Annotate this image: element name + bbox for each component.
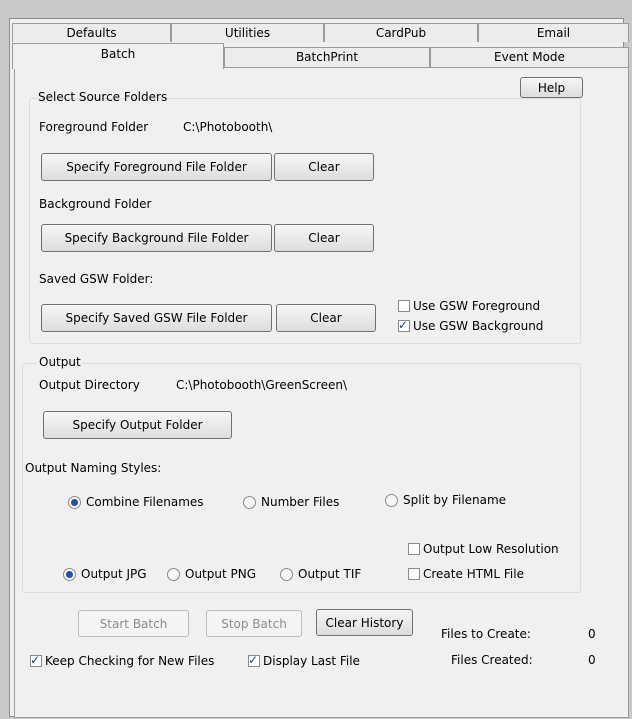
tab-label: Event Mode (494, 50, 565, 64)
files-to-create-value: 0 (588, 627, 596, 641)
checkbox-box: ✓ (248, 653, 260, 667)
output-directory-path: C:\Photobooth\GreenScreen\ (176, 378, 347, 392)
use-gsw-background-checkbox[interactable]: ✓ Use GSW Background (398, 318, 544, 333)
files-to-create-label: Files to Create: (441, 627, 531, 641)
checkbox-label: Create HTML File (423, 567, 524, 581)
tab-batchprint[interactable]: BatchPrint (224, 47, 430, 68)
create-html-file-checkbox[interactable]: Create HTML File (408, 567, 524, 581)
source-group-title: Select Source Folders (38, 90, 168, 104)
radio-circle (68, 495, 81, 509)
radio-label: Number Files (261, 495, 340, 509)
radio-circle (243, 495, 256, 509)
radio-dot (71, 498, 78, 506)
output-naming-label: Output Naming Styles: (25, 461, 162, 475)
checkbox-box: ✓ (398, 318, 410, 332)
foreground-folder-path: C:\Photobooth\ (183, 120, 273, 134)
radio-label: Output TIF (298, 567, 362, 581)
clear-saved-gsw-button[interactable]: Clear (276, 304, 376, 332)
tab-label: Batch (100, 47, 136, 61)
radio-label: Output JPG (81, 567, 147, 581)
tab-utilities[interactable]: Utilities (171, 23, 324, 42)
radio-circle (280, 567, 293, 581)
specify-background-button[interactable]: Specify Background File Folder (41, 224, 272, 252)
tab-label: Defaults (66, 26, 117, 40)
output-group (22, 363, 581, 593)
tab-label: BatchPrint (295, 50, 359, 64)
checkbox-box: ✓ (30, 653, 42, 667)
clear-history-button[interactable]: Clear History (316, 609, 413, 636)
tab-defaults[interactable]: Defaults (12, 23, 171, 42)
output-png-radio[interactable]: Output PNG (167, 567, 256, 581)
checkbox-label: Use GSW Foreground (413, 299, 541, 313)
checkmark-icon: ✓ (398, 318, 409, 332)
radio-label: Output PNG (185, 567, 257, 581)
radio-circle (385, 493, 398, 507)
radio-label: Combine Filenames (86, 495, 204, 509)
files-created-label: Files Created: (451, 653, 533, 667)
clear-foreground-button[interactable]: Clear (274, 153, 374, 181)
background-folder-label: Background Folder (39, 197, 152, 211)
output-jpg-radio[interactable]: Output JPG (63, 567, 147, 581)
checkbox-label: Keep Checking for New Files (45, 654, 215, 668)
tab-batch[interactable]: Batch (12, 43, 224, 69)
tab-label: CardPub (375, 26, 427, 40)
output-tif-radio[interactable]: Output TIF (280, 567, 361, 581)
tab-email[interactable]: Email (478, 23, 629, 42)
radio-label: Split by Filename (403, 493, 507, 507)
output-low-resolution-checkbox[interactable]: Output Low Resolution (408, 542, 559, 556)
stop-batch-button[interactable]: Stop Batch (206, 610, 302, 637)
checkbox-box (408, 543, 420, 555)
start-batch-button[interactable]: Start Batch (78, 610, 189, 637)
specify-foreground-button[interactable]: Specify Foreground File Folder (41, 153, 272, 181)
saved-gsw-folder-label: Saved GSW Folder: (39, 272, 154, 286)
foreground-folder-label: Foreground Folder (39, 120, 149, 134)
combine-filenames-radio[interactable]: Combine Filenames (68, 495, 204, 509)
radio-dot (66, 570, 73, 578)
checkbox-label: Use GSW Background (413, 319, 544, 333)
radio-circle (63, 567, 76, 581)
checkbox-label: Display Last File (263, 654, 360, 668)
tab-label: Utilities (224, 26, 271, 40)
split-by-filename-radio[interactable]: Split by Filename (385, 493, 506, 507)
radio-circle (167, 567, 180, 581)
specify-saved-gsw-button[interactable]: Specify Saved GSW File Folder (41, 304, 272, 332)
checkbox-box (408, 568, 420, 580)
tab-label: Email (536, 26, 571, 40)
checkmark-icon: ✓ (30, 653, 41, 667)
output-group-title: Output (37, 355, 83, 369)
checkbox-box (398, 300, 410, 312)
output-directory-label: Output Directory (39, 378, 140, 392)
files-created-value: 0 (588, 653, 596, 667)
display-last-file-checkbox[interactable]: ✓ Display Last File (248, 653, 360, 668)
keep-checking-checkbox[interactable]: ✓ Keep Checking for New Files (30, 653, 215, 668)
checkbox-label: Output Low Resolution (423, 542, 559, 556)
use-gsw-foreground-checkbox[interactable]: Use GSW Foreground (398, 299, 540, 313)
specify-output-button[interactable]: Specify Output Folder (43, 411, 232, 439)
number-files-radio[interactable]: Number Files (243, 495, 339, 509)
checkmark-icon: ✓ (248, 653, 259, 667)
help-button[interactable]: Help (520, 77, 583, 98)
tab-event-mode[interactable]: Event Mode (430, 47, 629, 68)
clear-background-button[interactable]: Clear (274, 224, 374, 252)
tab-cardpub[interactable]: CardPub (324, 23, 478, 42)
